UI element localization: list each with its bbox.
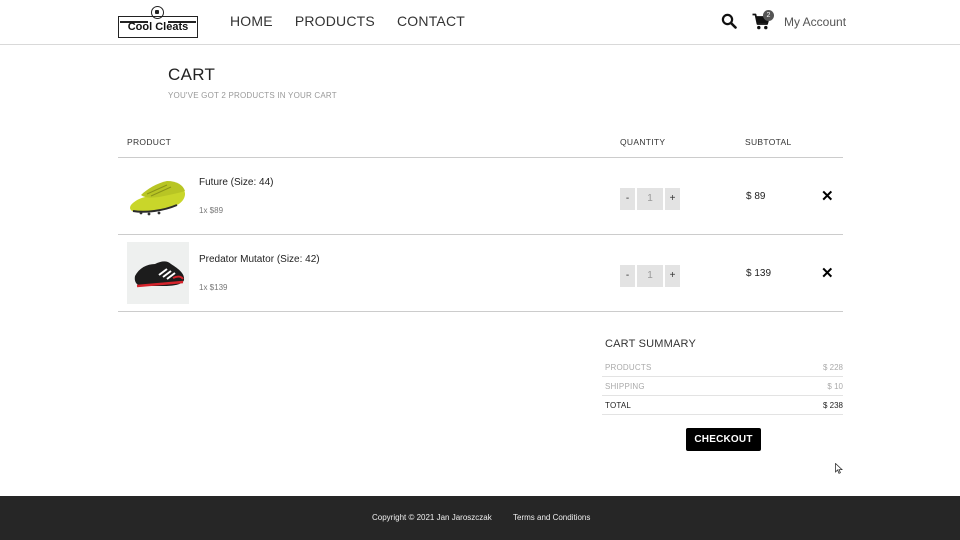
summary-label: SHIPPING [605, 382, 645, 391]
my-account-link[interactable]: My Account [784, 15, 846, 29]
summary-row-products: PRODUCTS $ 228 [602, 358, 843, 377]
summary-label: TOTAL [605, 401, 632, 410]
product-image[interactable] [127, 242, 189, 304]
product-image[interactable] [127, 165, 189, 227]
search-icon[interactable] [721, 13, 737, 29]
nav-home[interactable]: HOME [230, 13, 273, 29]
cart-table-header: PRODUCT QUANTITY SUBTOTAL [118, 128, 843, 158]
yellow-boots-image [130, 181, 185, 216]
cart-row: Future (Size: 44) 1x $89 - 1 + $ 89 ✕ [118, 158, 843, 235]
summary-row-shipping: SHIPPING $ 10 [602, 377, 843, 396]
cart-row: Predator Mutator (Size: 42) 1x $139 - 1 … [118, 235, 843, 312]
logo-text: Cool Cleats [118, 16, 198, 38]
copyright-text: Copyright © 2021 Jan Jaroszczak [372, 513, 492, 522]
remove-item-icon[interactable]: ✕ [821, 189, 834, 204]
checkout-button[interactable]: CHECKOUT [686, 428, 761, 451]
cart-summary-title: CART SUMMARY [605, 338, 697, 350]
column-quantity: QUANTITY [620, 137, 666, 147]
summary-value: $ 238 [822, 401, 843, 410]
quantity-stepper: - 1 + [620, 188, 680, 210]
terms-link[interactable]: Terms and Conditions [513, 513, 590, 522]
logo[interactable]: Cool Cleats [118, 6, 198, 38]
item-subtotal: $ 139 [746, 268, 772, 279]
item-subtotal: $ 89 [746, 191, 766, 202]
product-name[interactable]: Predator Mutator (Size: 42) [199, 254, 320, 265]
main-nav: HOME PRODUCTS CONTACT [230, 13, 465, 29]
quantity-value[interactable]: 1 [637, 188, 663, 210]
black-boot-image [134, 261, 185, 288]
remove-item-icon[interactable]: ✕ [821, 266, 834, 281]
mouse-pointer-icon [835, 463, 843, 474]
increase-quantity-button[interactable]: + [665, 265, 680, 287]
product-unit-price: 1x $89 [199, 206, 224, 215]
page-subtitle: YOU'VE GOT 2 PRODUCTS IN YOUR CART [168, 91, 337, 100]
site-footer: Copyright © 2021 Jan Jaroszczak Terms an… [0, 496, 960, 540]
page-title: CART [168, 65, 216, 84]
nav-products[interactable]: PRODUCTS [295, 13, 375, 29]
increase-quantity-button[interactable]: + [665, 188, 680, 210]
decrease-quantity-button[interactable]: - [620, 188, 635, 210]
decrease-quantity-button[interactable]: - [620, 265, 635, 287]
site-header: Cool Cleats HOME PRODUCTS CONTACT 2 My A… [0, 0, 960, 45]
quantity-stepper: - 1 + [620, 265, 680, 287]
cart-count-badge: 2 [763, 10, 774, 21]
summary-row-total: TOTAL $ 238 [602, 396, 843, 415]
product-unit-price: 1x $139 [199, 283, 228, 292]
quantity-value[interactable]: 1 [637, 265, 663, 287]
product-name[interactable]: Future (Size: 44) [199, 177, 273, 188]
summary-value: $ 228 [822, 363, 843, 372]
summary-value: $ 10 [827, 382, 843, 391]
column-subtotal: SUBTOTAL [745, 137, 792, 147]
summary-label: PRODUCTS [605, 363, 652, 372]
column-product: PRODUCT [127, 137, 172, 147]
nav-contact[interactable]: CONTACT [397, 13, 465, 29]
